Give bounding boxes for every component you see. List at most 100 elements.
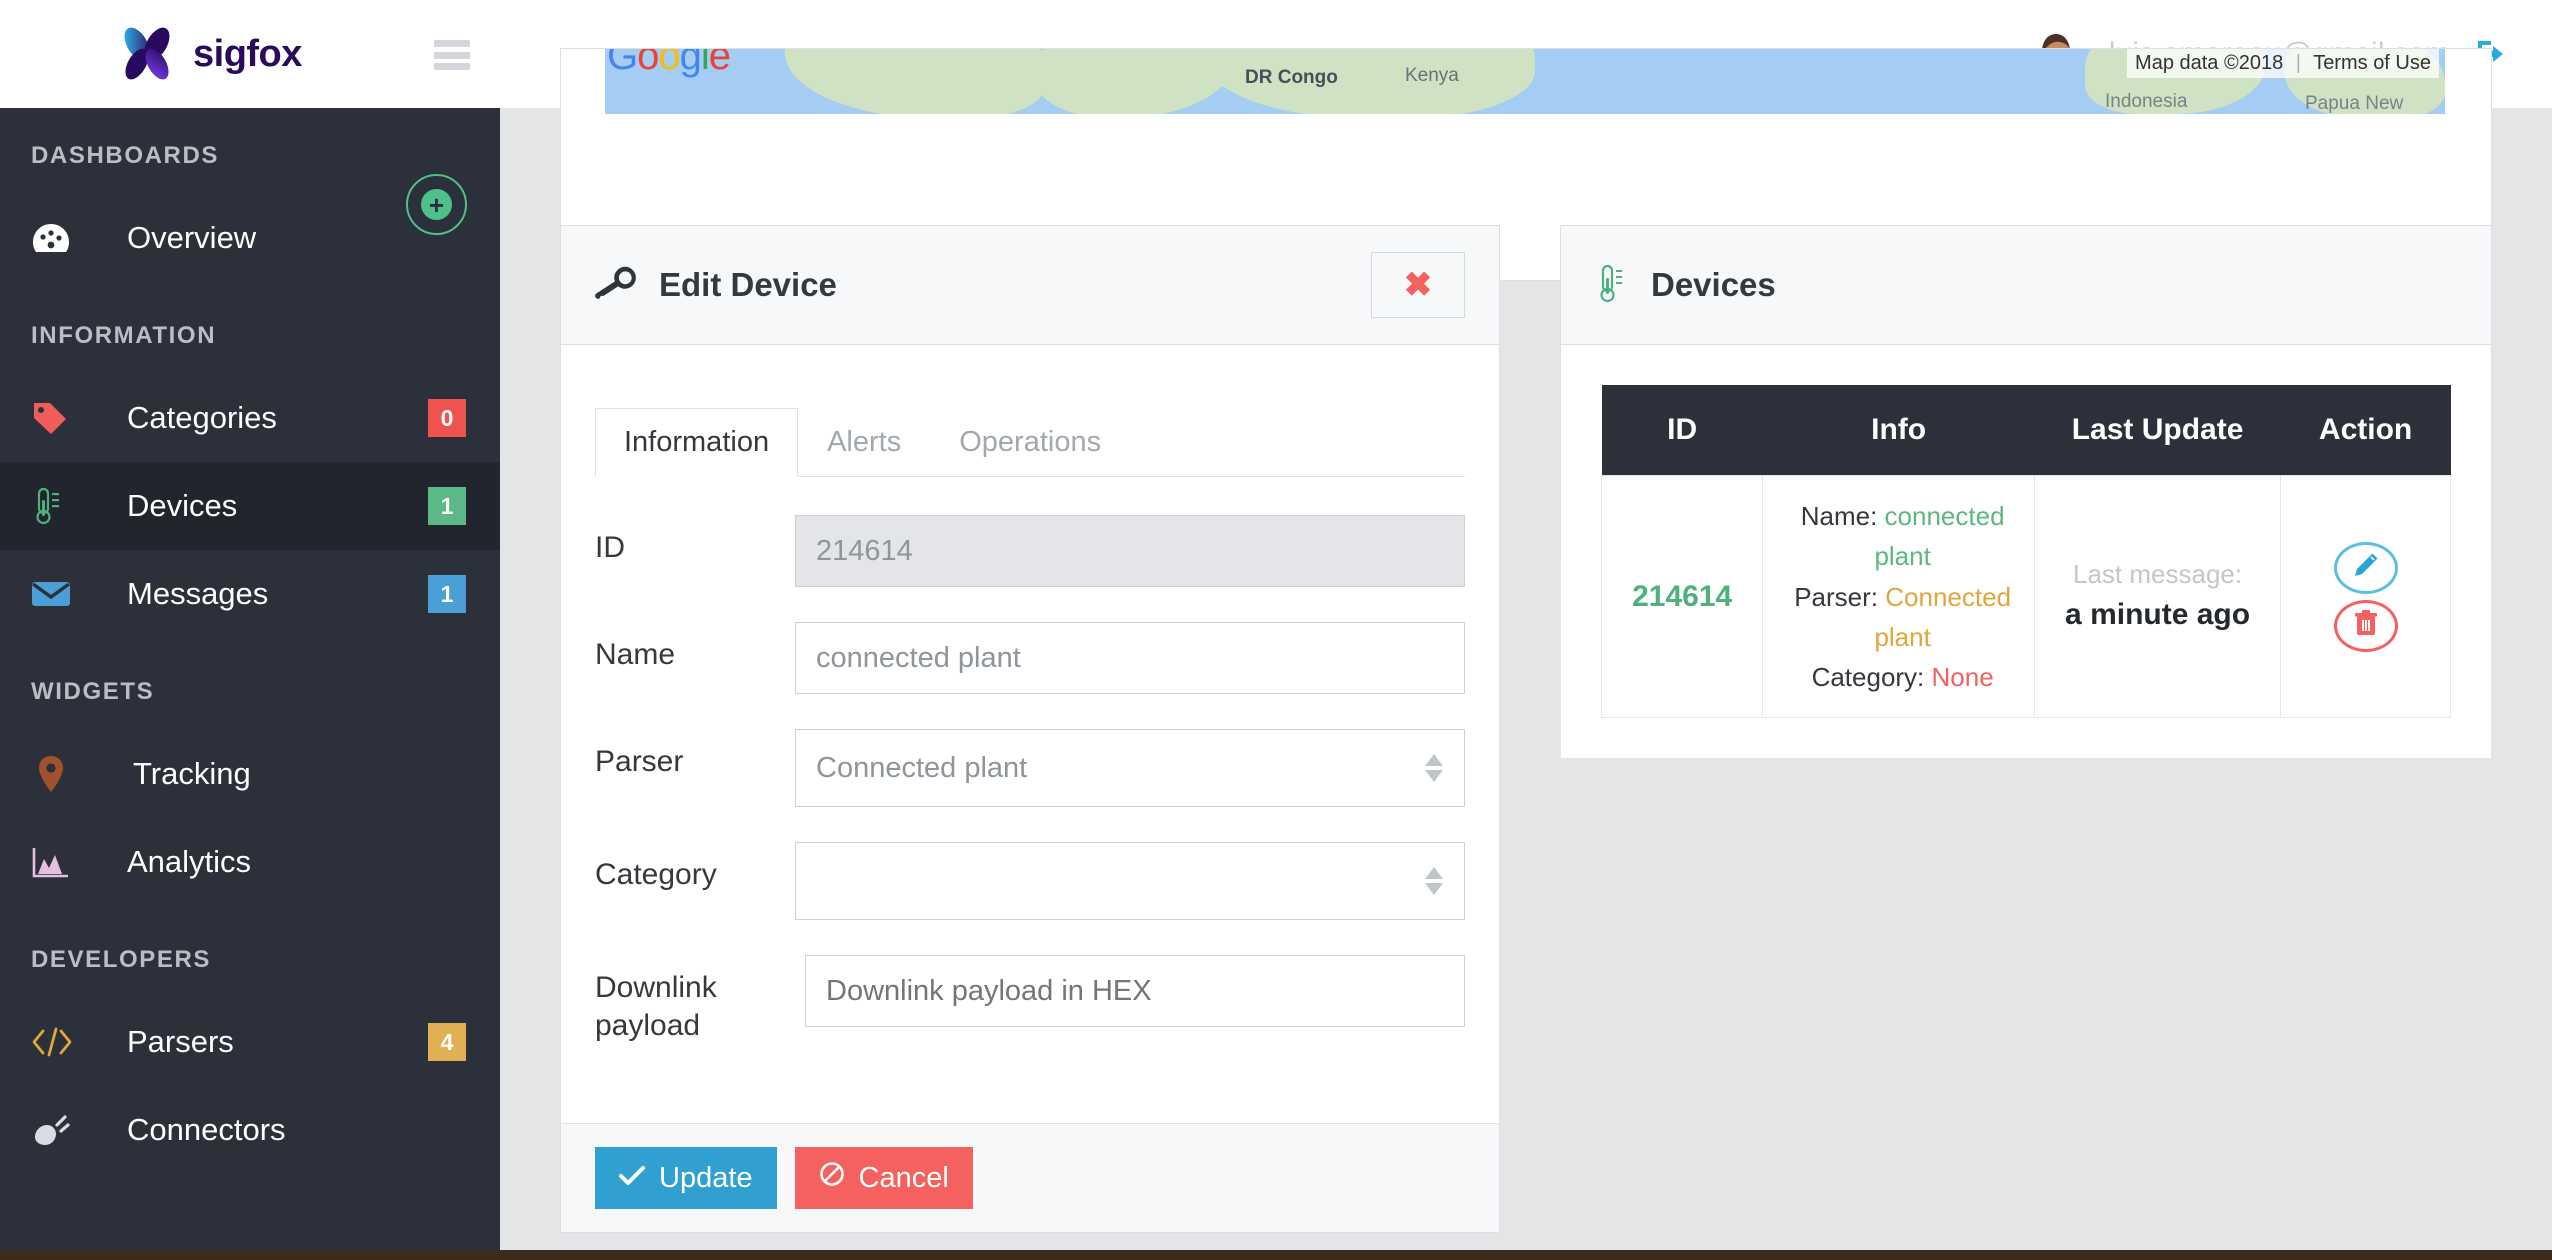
info-name-line: Name: connected plant	[1781, 496, 2024, 577]
area-chart-icon	[31, 845, 81, 879]
map-label-dr-congo: DR Congo	[1245, 67, 1338, 89]
sidebar-item-messages[interactable]: Messages 1	[0, 550, 500, 638]
table-row: 214614 Name: connected plant Parser: Con…	[1602, 476, 2451, 718]
thermometer-icon	[31, 486, 81, 526]
sidebar-item-label: Categories	[127, 400, 277, 436]
column-header-info: Info	[1763, 385, 2035, 476]
info-name-label: Name:	[1801, 501, 1878, 531]
form-row-category: Category	[595, 842, 1465, 920]
devices-header: Devices	[1561, 226, 2491, 345]
sidebar-badge-messages: 1	[428, 575, 466, 613]
name-input[interactable]	[795, 622, 1465, 694]
close-button[interactable]: ✖	[1371, 252, 1465, 318]
form-row-parser: Parser Connected plant	[595, 729, 1465, 807]
info-name-value: connected plant	[1874, 501, 2004, 571]
google-logo: Google	[607, 49, 757, 89]
sidebar-section-dashboards: DASHBOARDS	[0, 142, 500, 170]
sidebar-item-label: Analytics	[127, 844, 251, 880]
info-category-label: Category:	[1812, 662, 1925, 692]
application-root: sigfox luis.omoreau@gmail.com	[0, 0, 2552, 1250]
wrench-icon	[595, 262, 637, 309]
map-label-indonesia: Indonesia	[2105, 91, 2187, 113]
edit-device-card: Edit Device ✖ Information Alerts Operati…	[560, 225, 1500, 1233]
category-label: Category	[595, 842, 795, 894]
ban-icon	[819, 1161, 845, 1195]
form-row-name: Name	[595, 622, 1465, 694]
info-parser-line: Parser: Connected plant	[1781, 577, 2024, 658]
form-row-downlink: Downlink payload	[595, 955, 1465, 1044]
thermometer-icon	[1595, 262, 1629, 309]
close-icon: ✖	[1404, 268, 1433, 302]
google-map[interactable]: Google DR Congo Kenya Indonesia Papua Ne…	[605, 49, 2445, 114]
cell-last-update: Last message: a minute ago	[2034, 476, 2280, 718]
id-label: ID	[595, 515, 795, 567]
column-header-action: Action	[2281, 385, 2451, 476]
map-attribution: Map data ©2018 | Terms of Use	[2127, 49, 2439, 78]
pencil-icon	[2352, 551, 2380, 584]
devices-card: Devices ID Info Last Update Action	[1560, 225, 2492, 557]
sidebar-navigation: DASHBOARDS + Overview INFORMATION Catego…	[0, 108, 500, 1250]
map-label-kenya: Kenya	[1405, 65, 1459, 87]
sidebar-item-analytics[interactable]: Analytics	[0, 818, 500, 906]
svg-text:Google: Google	[607, 49, 730, 78]
delete-device-button[interactable]	[2334, 600, 2398, 652]
edit-device-button[interactable]	[2334, 542, 2398, 594]
devices-table: ID Info Last Update Action 214614 Name:	[1601, 385, 2451, 718]
update-button-label: Update	[659, 1162, 753, 1195]
terms-of-use-link[interactable]: Terms of Use	[2313, 52, 2431, 74]
edit-device-tabs: Information Alerts Operations	[595, 408, 1465, 477]
chevron-updown-icon	[1425, 754, 1443, 782]
sidebar-badge-parsers: 4	[428, 1023, 466, 1061]
id-input	[795, 515, 1465, 587]
sidebar-item-devices[interactable]: Devices 1	[0, 462, 500, 550]
code-icon	[31, 1027, 81, 1057]
sidebar-item-label: Overview	[127, 220, 256, 256]
sidebar-section-widgets: WIDGETS	[0, 678, 500, 706]
tab-information[interactable]: Information	[595, 408, 798, 477]
sidebar-item-label: Devices	[127, 488, 237, 524]
parser-select[interactable]: Connected plant	[795, 729, 1465, 807]
devices-title: Devices	[1651, 266, 1776, 304]
trash-icon	[2353, 609, 2379, 642]
cancel-button-label: Cancel	[859, 1162, 949, 1195]
plug-icon	[31, 1113, 81, 1147]
row-action-buttons	[2291, 542, 2440, 652]
sidebar-item-overview[interactable]: Overview	[0, 194, 500, 282]
downlink-label: Downlink payload	[595, 955, 805, 1044]
map-data-copyright: Map data ©2018	[2135, 52, 2283, 74]
parser-label: Parser	[595, 729, 795, 781]
check-icon	[619, 1162, 645, 1195]
downlink-payload-input[interactable]	[805, 955, 1465, 1027]
cell-device-info: Name: connected plant Parser: Connected …	[1763, 476, 2035, 718]
info-category-value: None	[1932, 662, 1994, 692]
category-select[interactable]	[795, 842, 1465, 920]
sidebar-item-label: Parsers	[127, 1024, 234, 1060]
info-parser-value: Connected plant	[1874, 582, 2011, 652]
dashboard-gauge-icon	[31, 221, 81, 255]
map-label-papua: Papua New	[2305, 93, 2403, 114]
tab-operations[interactable]: Operations	[930, 408, 1130, 477]
cancel-button[interactable]: Cancel	[795, 1147, 973, 1209]
hamburger-icon[interactable]	[434, 40, 470, 70]
edit-device-footer: Update Cancel	[561, 1123, 1499, 1232]
devices-table-head: ID Info Last Update Action	[1602, 385, 2451, 476]
cell-device-id: 214614	[1602, 476, 1763, 718]
page-bottom-edge	[0, 1250, 2552, 1260]
sidebar-item-connectors[interactable]: Connectors	[0, 1086, 500, 1174]
sidebar-item-parsers[interactable]: Parsers 4	[0, 998, 500, 1086]
sidebar-item-categories[interactable]: Categories 0	[0, 374, 500, 462]
brand-logo[interactable]: sigfox	[115, 22, 302, 86]
map-pin-icon	[31, 755, 87, 793]
tab-alerts[interactable]: Alerts	[798, 408, 930, 477]
sidebar-item-label: Messages	[127, 576, 268, 612]
name-label: Name	[595, 622, 795, 674]
column-header-id: ID	[1602, 385, 1763, 476]
info-parser-label: Parser:	[1794, 582, 1878, 612]
sidebar-item-tracking[interactable]: Tracking	[0, 730, 500, 818]
edit-device-header: Edit Device ✖	[561, 226, 1499, 345]
update-button[interactable]: Update	[595, 1147, 777, 1209]
last-message-value: a minute ago	[2045, 596, 2270, 634]
form-row-id: ID	[595, 515, 1465, 587]
sidebar-badge-categories: 0	[428, 399, 466, 437]
parser-selected-value: Connected plant	[816, 752, 1027, 785]
